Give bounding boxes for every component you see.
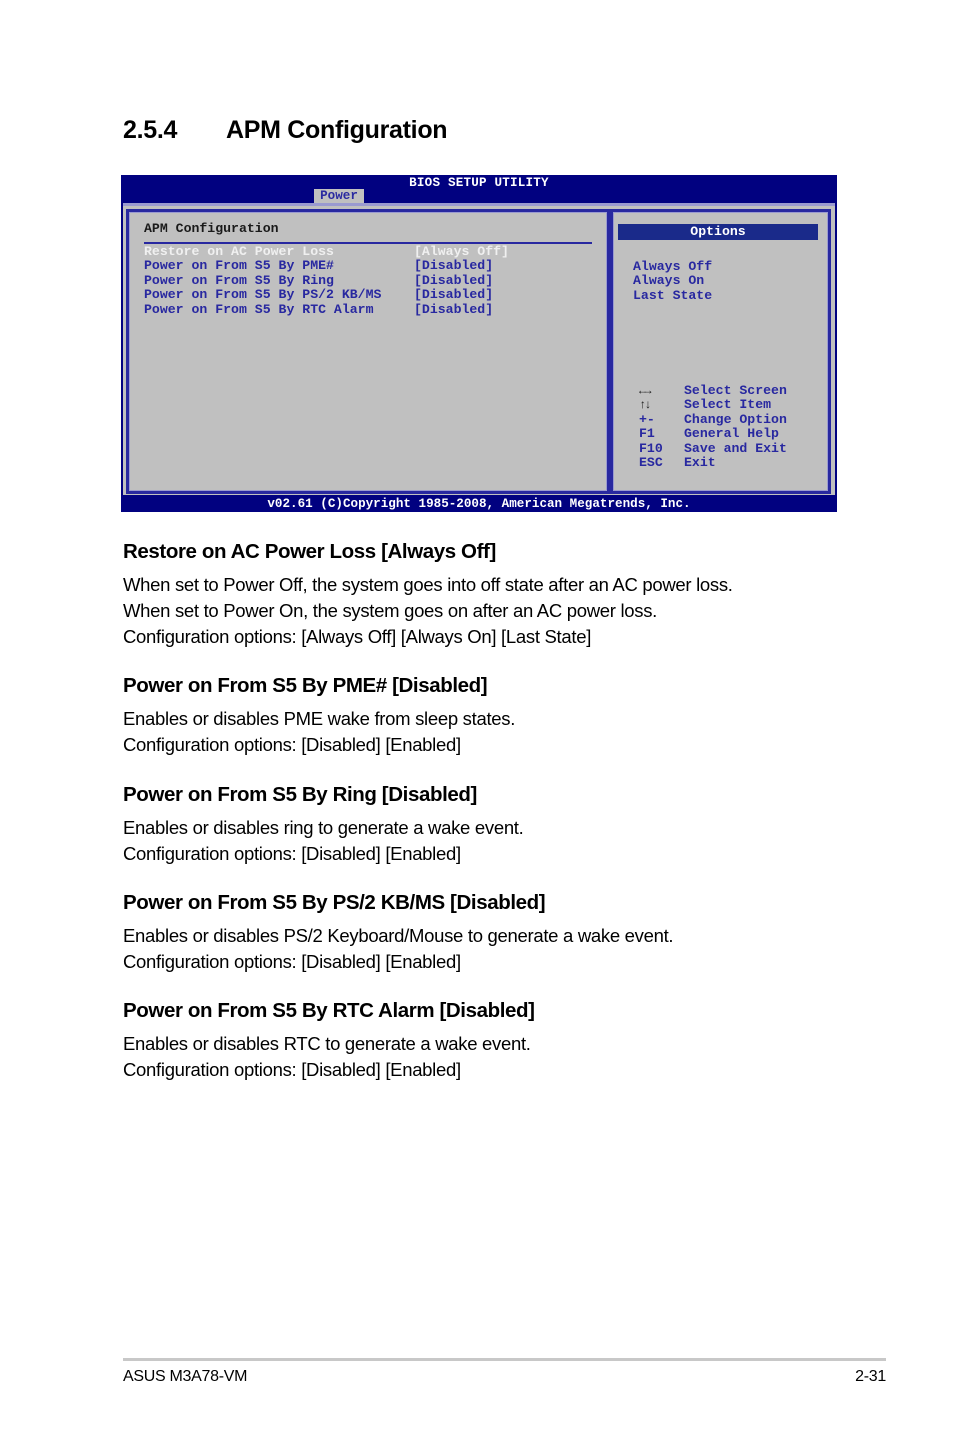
footer-product-name: ASUS M3A78-VM <box>123 1368 248 1385</box>
item-description: Enables or disables RTC to generate a wa… <box>123 1031 535 1083</box>
help-panel: Options Always Off Always On Last State … <box>610 209 831 494</box>
setting-value: [Disabled] <box>414 287 494 303</box>
option-always-off[interactable]: Always Off <box>633 259 712 274</box>
settings-panel: APM Configuration Restore on AC Power Lo… <box>126 209 610 494</box>
description-line: Enables or disables PME wake from sleep … <box>123 708 516 729</box>
key-action: Select Screen <box>684 383 787 398</box>
item-description: Enables or disables PS/2 Keyboard/Mouse … <box>123 923 674 975</box>
panel-heading: APM Configuration <box>144 221 279 236</box>
item-heading: Power on From S5 By Ring [Disabled] <box>123 783 477 806</box>
options-list: Always Off Always On Last State <box>633 259 712 303</box>
item-restore-ac-power-loss: Restore on AC Power Loss [Always Off] Wh… <box>123 540 733 650</box>
item-power-on-ring: Power on From S5 By Ring [Disabled] Enab… <box>123 783 524 867</box>
setting-value: [Disabled] <box>414 272 494 288</box>
item-heading: Power on From S5 By PS/2 KB/MS [Disabled… <box>123 891 546 914</box>
options-header: Options <box>618 224 818 240</box>
key-row: F1 General Help <box>639 426 787 442</box>
setting-value: [Disabled] <box>414 301 494 317</box>
description-line: When set to Power On, the system goes on… <box>123 600 658 621</box>
key-row: +- Change Option <box>639 411 787 427</box>
key-label: +- <box>639 411 655 427</box>
key-row: F10 Save and Exit <box>639 440 787 456</box>
key-row: ←→ Select Screen <box>639 383 787 398</box>
section-title-text: APM Configuration <box>226 116 448 144</box>
setting-label: Restore on AC Power Loss <box>144 244 334 259</box>
up-down-arrows-icon: ↑↓ <box>639 398 651 413</box>
setting-power-on-rtc[interactable]: Power on From S5 By RTC Alarm [Disabled] <box>144 301 509 317</box>
option-last-state[interactable]: Last State <box>633 288 712 303</box>
item-power-on-pme: Power on From S5 By PME# [Disabled] Enab… <box>123 674 515 758</box>
setting-label: Power on From S5 By PS/2 KB/MS <box>144 287 382 303</box>
setting-power-on-pme[interactable]: Power on From S5 By PME# [Disabled] <box>144 258 509 274</box>
footer-page-number: 2-31 <box>855 1368 886 1385</box>
item-description: Enables or disables ring to generate a w… <box>123 815 524 867</box>
key-legend: ←→ Select Screen ↑↓ Select Item +- Change O… <box>639 383 787 470</box>
description-line: Enables or disables RTC to generate a wa… <box>123 1033 531 1054</box>
key-row: ESC Exit <box>639 454 787 470</box>
key-label: F1 <box>639 426 655 442</box>
item-description: When set to Power Off, the system goes i… <box>123 572 733 650</box>
key-action: General Help <box>684 426 779 442</box>
key-action: Save and Exit <box>684 440 787 456</box>
bios-body: APM Configuration Restore on AC Power Lo… <box>123 203 835 495</box>
description-line: Enables or disables PS/2 Keyboard/Mouse … <box>123 925 674 946</box>
bios-screenshot: BIOS SETUP UTILITY Power APM Configurati… <box>121 175 837 512</box>
setting-label: Power on From S5 By Ring <box>144 272 334 288</box>
description-line: Configuration options: [Disabled] [Enabl… <box>123 951 461 972</box>
setting-power-on-ring[interactable]: Power on From S5 By Ring [Disabled] <box>144 272 509 288</box>
option-always-on[interactable]: Always On <box>633 273 712 288</box>
key-label: ESC <box>639 454 663 470</box>
section-title: 2.5.4 APM Configuration <box>123 116 448 145</box>
tab-power[interactable]: Power <box>314 189 364 203</box>
description-line: Configuration options: [Always Off] [Alw… <box>123 626 592 647</box>
left-right-arrows-icon: ←→ <box>639 384 651 398</box>
description-line: Configuration options: [Disabled] [Enabl… <box>123 734 461 755</box>
section-number: 2.5.4 <box>123 116 178 144</box>
description-line: When set to Power Off, the system goes i… <box>123 574 733 595</box>
item-heading: Restore on AC Power Loss [Always Off] <box>123 540 496 563</box>
footer-divider <box>123 1358 886 1361</box>
item-power-on-rtc: Power on From S5 By RTC Alarm [Disabled]… <box>123 999 535 1083</box>
description-line: Configuration options: [Disabled] [Enabl… <box>123 843 461 864</box>
settings-list: Restore on AC Power Loss [Always Off] Pow… <box>144 244 509 317</box>
description-line: Configuration options: [Disabled] [Enabl… <box>123 1059 461 1080</box>
setting-restore-ac-power-loss[interactable]: Restore on AC Power Loss [Always Off] <box>144 244 509 259</box>
setting-label: Power on From S5 By RTC Alarm <box>144 301 374 317</box>
key-action: Exit <box>684 454 716 470</box>
item-heading: Power on From S5 By RTC Alarm [Disabled] <box>123 999 535 1022</box>
bios-copyright: v02.61 (C)Copyright 1985-2008, American … <box>267 497 691 511</box>
key-label: F10 <box>639 440 663 456</box>
bios-title: BIOS SETUP UTILITY <box>409 176 549 190</box>
key-action: Select Item <box>684 397 772 413</box>
item-heading: Power on From S5 By PME# [Disabled] <box>123 674 488 697</box>
item-power-on-ps2: Power on From S5 By PS/2 KB/MS [Disabled… <box>123 891 674 975</box>
key-row: ↑↓ Select Item <box>639 397 787 413</box>
key-action: Change Option <box>684 411 787 427</box>
setting-value: [Always Off] <box>414 244 509 259</box>
setting-label: Power on From S5 By PME# <box>144 258 334 274</box>
setting-power-on-ps2[interactable]: Power on From S5 By PS/2 KB/MS [Disabled] <box>144 287 509 303</box>
description-line: Enables or disables ring to generate a w… <box>123 817 524 838</box>
setting-value: [Disabled] <box>414 258 494 274</box>
item-description: Enables or disables PME wake from sleep … <box>123 706 515 758</box>
